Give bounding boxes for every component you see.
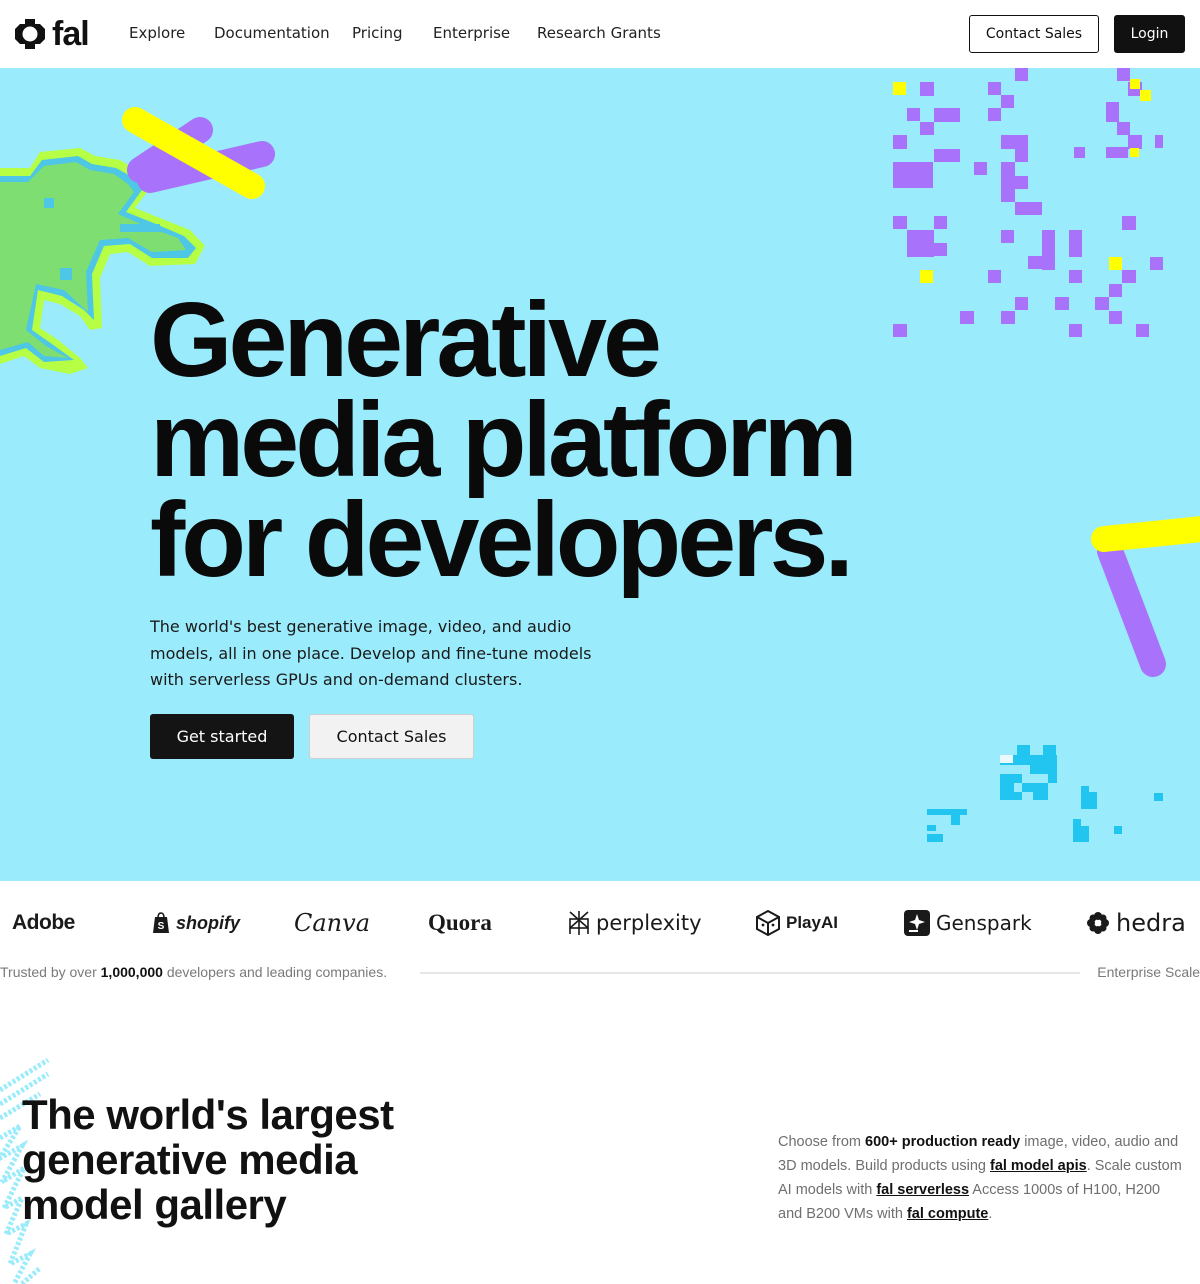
fal-model-apis-link[interactable]: fal model apis [990, 1158, 1087, 1174]
genspark-icon [904, 910, 930, 936]
top-nav: fal Explore Documentation Pricing Enterp… [0, 0, 1200, 68]
yellow-stick [1091, 516, 1200, 552]
trust-divider [420, 972, 1080, 974]
brand-adobe: Adobe [12, 908, 75, 938]
nav-link-pricing[interactable]: Pricing [352, 24, 403, 42]
trust-prefix: Trusted by over [0, 964, 97, 980]
fal-logo[interactable]: fal [14, 15, 90, 53]
enterprise-scale-label: Enterprise Scale [1097, 964, 1200, 980]
gallery-desc-text: . [988, 1206, 993, 1222]
get-started-button[interactable]: Get started [150, 714, 294, 759]
fal-serverless-link[interactable]: fal serverless [876, 1182, 969, 1198]
nav-link-research-grants[interactable]: Research Grants [537, 24, 661, 42]
hero-subtitle: The world's best generative image, video… [150, 617, 592, 689]
gallery-desc-highlight: 600+ production ready [865, 1134, 1021, 1150]
trust-suffix: developers and leading companies. [166, 964, 388, 980]
brand-hedra: hedra [1086, 908, 1186, 938]
brand-name: perplexity [596, 911, 702, 935]
hero-title: Generative media platform for developers… [150, 281, 1050, 599]
nav-login-button[interactable]: Login [1114, 15, 1185, 53]
brand-canva: Canva [294, 908, 370, 938]
brand-perplexity: perplexity [568, 908, 702, 938]
playai-cube-icon [756, 910, 780, 936]
brand-name: Quora [428, 910, 492, 935]
fal-logo-icon [15, 19, 45, 49]
brand-name: hedra [1116, 909, 1186, 937]
gallery-title-line: model gallery [22, 1181, 287, 1228]
gallery-title: The world's largest generative media mod… [22, 1092, 502, 1227]
brand-playai: PlayAI [756, 908, 838, 938]
brand-name: Genspark [936, 911, 1032, 935]
hero-title-line: Generative [150, 281, 662, 399]
trust-statement: Trusted by over 1,000,000 developers and… [0, 964, 387, 980]
svg-text:S: S [158, 921, 165, 932]
gallery-title-line: generative media [22, 1136, 358, 1183]
brand-name: Canva [294, 909, 370, 937]
brand-name: Adobe [12, 911, 75, 934]
hero-section: Generative media platform for developers… [0, 68, 1200, 881]
nav-link-explore[interactable]: Explore [129, 24, 185, 42]
blue-pixel-cluster [927, 745, 1163, 842]
nav-link-documentation[interactable]: Documentation [214, 24, 330, 42]
hero-title-line: media platform [150, 381, 858, 499]
trust-count: 1,000,000 [100, 964, 163, 980]
gallery-title-line: The world's largest [22, 1091, 394, 1138]
brand-genspark: Genspark [904, 908, 1032, 938]
purple-stick [1097, 538, 1166, 677]
hero-title-line: for developers. [150, 481, 854, 599]
shopify-bag-icon: S [153, 912, 169, 933]
brand-name: shopify [176, 912, 241, 933]
brand-shopify: S shopify [152, 908, 240, 938]
nav-link-enterprise[interactable]: Enterprise [433, 24, 510, 42]
perplexity-icon [569, 911, 589, 935]
nav-contact-sales-button[interactable]: Contact Sales [969, 15, 1099, 53]
brand-name: PlayAI [786, 913, 838, 932]
logo-text: fal [52, 15, 90, 53]
brand-quora: Quora [428, 908, 492, 938]
gallery-desc-text: Choose from [778, 1134, 862, 1150]
fal-compute-link[interactable]: fal compute [907, 1206, 988, 1222]
hero-contact-sales-button[interactable]: Contact Sales [309, 714, 474, 759]
gallery-description: Choose from 600+ production ready image,… [778, 1130, 1188, 1226]
hedra-flower-icon [1087, 912, 1109, 934]
